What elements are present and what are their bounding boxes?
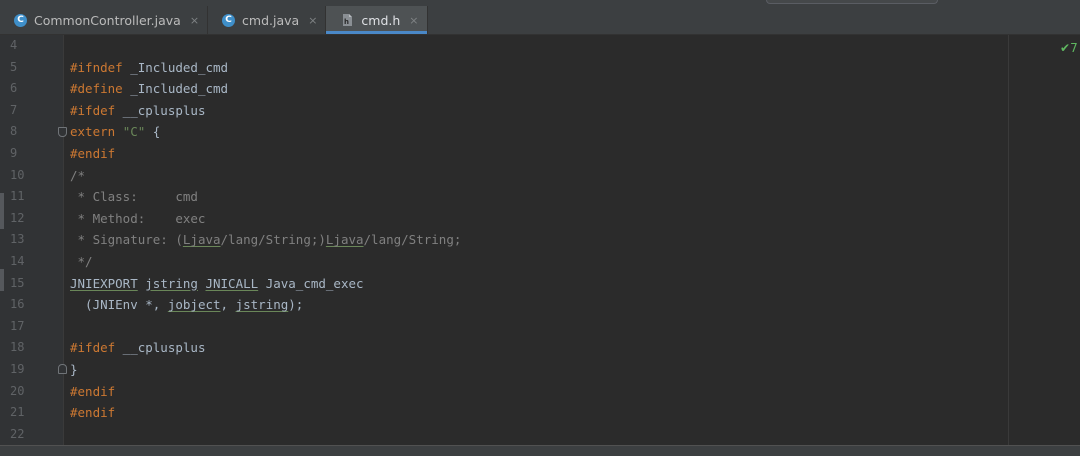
- line-number: 10: [10, 167, 25, 182]
- code-line: #ifdef __cplusplus: [70, 340, 206, 356]
- code-editor[interactable]: 4 5 6 7 8 9 10 11 12 13 14 15 16 17 18 1…: [0, 35, 1080, 445]
- code-line: */: [70, 254, 93, 269]
- line-number: 5: [10, 59, 18, 74]
- line-number: 9: [10, 146, 18, 160]
- svg-text:h: h: [344, 18, 349, 26]
- code-line: (JNIEnv *, jobject, jstring);: [70, 297, 304, 313]
- close-icon[interactable]: ×: [409, 14, 418, 27]
- line-number: 19: [10, 362, 25, 376]
- line-number: 4: [10, 38, 18, 52]
- code-line: #ifdef __cplusplus: [70, 102, 206, 118]
- code-line: #endif: [70, 146, 116, 161]
- tab-cmd-h[interactable]: h cmd.h ×: [326, 6, 428, 34]
- line-number: 13: [10, 232, 25, 247]
- tab-label: cmd.java: [242, 12, 300, 28]
- line-number: 11: [10, 189, 25, 204]
- close-icon[interactable]: ×: [308, 14, 317, 27]
- code-line: #define _Included_cmd: [70, 81, 229, 97]
- change-marker[interactable]: [0, 269, 4, 291]
- tab-cmd-java[interactable]: C cmd.java ×: [208, 6, 327, 34]
- code-line: * Method: exec: [70, 210, 206, 226]
- editor-tab-bar: C CommonController.java × C cmd.java × h…: [0, 6, 1080, 35]
- close-icon[interactable]: ×: [190, 14, 199, 27]
- inspection-widget[interactable]: ✔7: [1060, 41, 1078, 55]
- line-number-gutter[interactable]: 4 5 6 7 8 9 10 11 12 13 14 15 16 17 18 1…: [0, 35, 67, 445]
- code-line: * Class: cmd: [70, 189, 198, 205]
- inspection-count: 7: [1070, 41, 1078, 55]
- status-bar: [0, 445, 1080, 456]
- code-line: #endif: [70, 383, 116, 399]
- line-number: 8: [10, 124, 18, 139]
- tab-label: cmd.h: [361, 12, 401, 28]
- code-line: extern "C" {: [70, 124, 161, 140]
- java-class-icon: C: [222, 13, 236, 27]
- c-header-file-icon: h: [340, 13, 354, 27]
- line-number: 7: [10, 102, 18, 117]
- line-number: 16: [10, 297, 25, 312]
- fold-end-icon[interactable]: [58, 364, 67, 374]
- right-margin-guide: [1008, 35, 1009, 445]
- line-number: 6: [10, 81, 18, 96]
- search-field-edge[interactable]: [766, 0, 938, 4]
- line-number: 20: [10, 383, 25, 398]
- code-line: #ifndef _Included_cmd: [70, 59, 229, 75]
- line-number: 21: [10, 405, 25, 420]
- line-number: 18: [10, 340, 25, 355]
- code-line: * Signature: (Ljava/lang/String;)Ljava/l…: [70, 232, 462, 248]
- fold-start-icon[interactable]: [58, 127, 67, 137]
- code-line: #endif: [70, 405, 116, 421]
- tab-label: CommonController.java: [34, 12, 181, 28]
- line-number: 15: [10, 275, 25, 290]
- check-icon: ✔: [1060, 41, 1071, 55]
- code-line: }: [70, 362, 78, 377]
- java-class-icon: C: [14, 13, 27, 27]
- line-number: 14: [10, 254, 25, 268]
- code-line: JNIEXPORT jstring JNICALL Java_cmd_exec: [70, 275, 364, 291]
- line-number: 22: [10, 426, 25, 441]
- change-marker[interactable]: [0, 193, 4, 229]
- line-number: 12: [10, 210, 25, 225]
- code-line: /*: [70, 167, 86, 183]
- line-number: 17: [10, 318, 25, 333]
- tab-commoncontroller-java[interactable]: C CommonController.java ×: [0, 6, 209, 34]
